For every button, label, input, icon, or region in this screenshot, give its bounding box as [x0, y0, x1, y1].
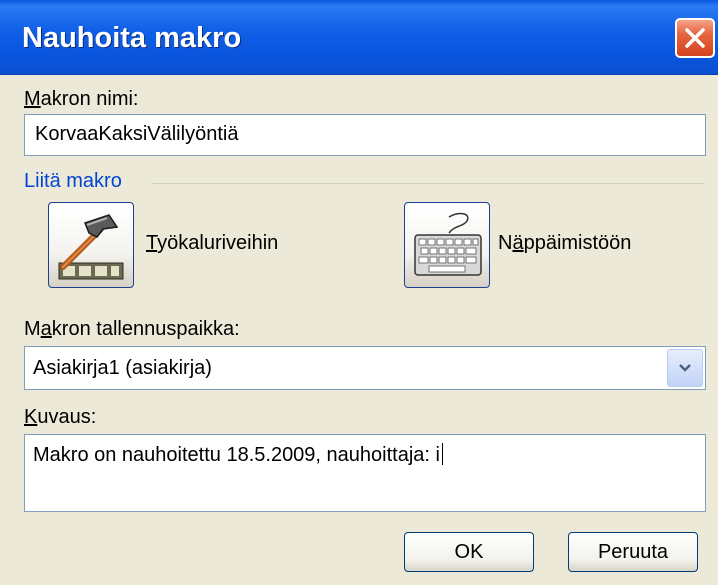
- keyboard-icon: [414, 212, 482, 276]
- description-label: Kuvaus:: [24, 406, 97, 428]
- close-icon: [685, 28, 705, 48]
- cancel-button[interactable]: Peruuta: [568, 532, 698, 572]
- store-in-selected: Asiakirja1 (asiakirja): [33, 357, 212, 379]
- dialog-title: Nauhoita makro: [22, 22, 242, 54]
- hammer-toolbar-icon: [58, 214, 124, 280]
- title-bar[interactable]: Nauhoita makro: [0, 0, 718, 75]
- record-macro-dialog: Nauhoita makro Makron nimi: KorvaaKaksiV…: [0, 0, 718, 585]
- description-input[interactable]: Makro on nauhoitettu 18.5.2009, nauhoitt…: [24, 434, 706, 512]
- dropdown-arrow-button[interactable]: [667, 349, 703, 387]
- assign-macro-group-label: Liitä makro: [24, 170, 122, 192]
- ok-button[interactable]: OK: [404, 532, 534, 572]
- chevron-down-icon: [679, 364, 691, 372]
- keyboard-assign-button[interactable]: [404, 202, 490, 288]
- toolbar-assign-label: Työkaluriveihin: [146, 232, 279, 254]
- toolbar-assign-button[interactable]: [48, 202, 134, 288]
- store-in-dropdown[interactable]: Asiakirja1 (asiakirja): [24, 346, 706, 390]
- text-caret: [441, 443, 443, 465]
- store-in-label: Makron tallennuspaikka:: [24, 318, 240, 340]
- macro-name-input[interactable]: KorvaaKaksiVälilyöntiä: [24, 114, 706, 156]
- group-divider: [152, 183, 704, 184]
- close-button[interactable]: [675, 18, 715, 58]
- macro-name-label: Makron nimi:: [24, 88, 139, 110]
- keyboard-assign-label: Näppäimistöön: [498, 232, 632, 254]
